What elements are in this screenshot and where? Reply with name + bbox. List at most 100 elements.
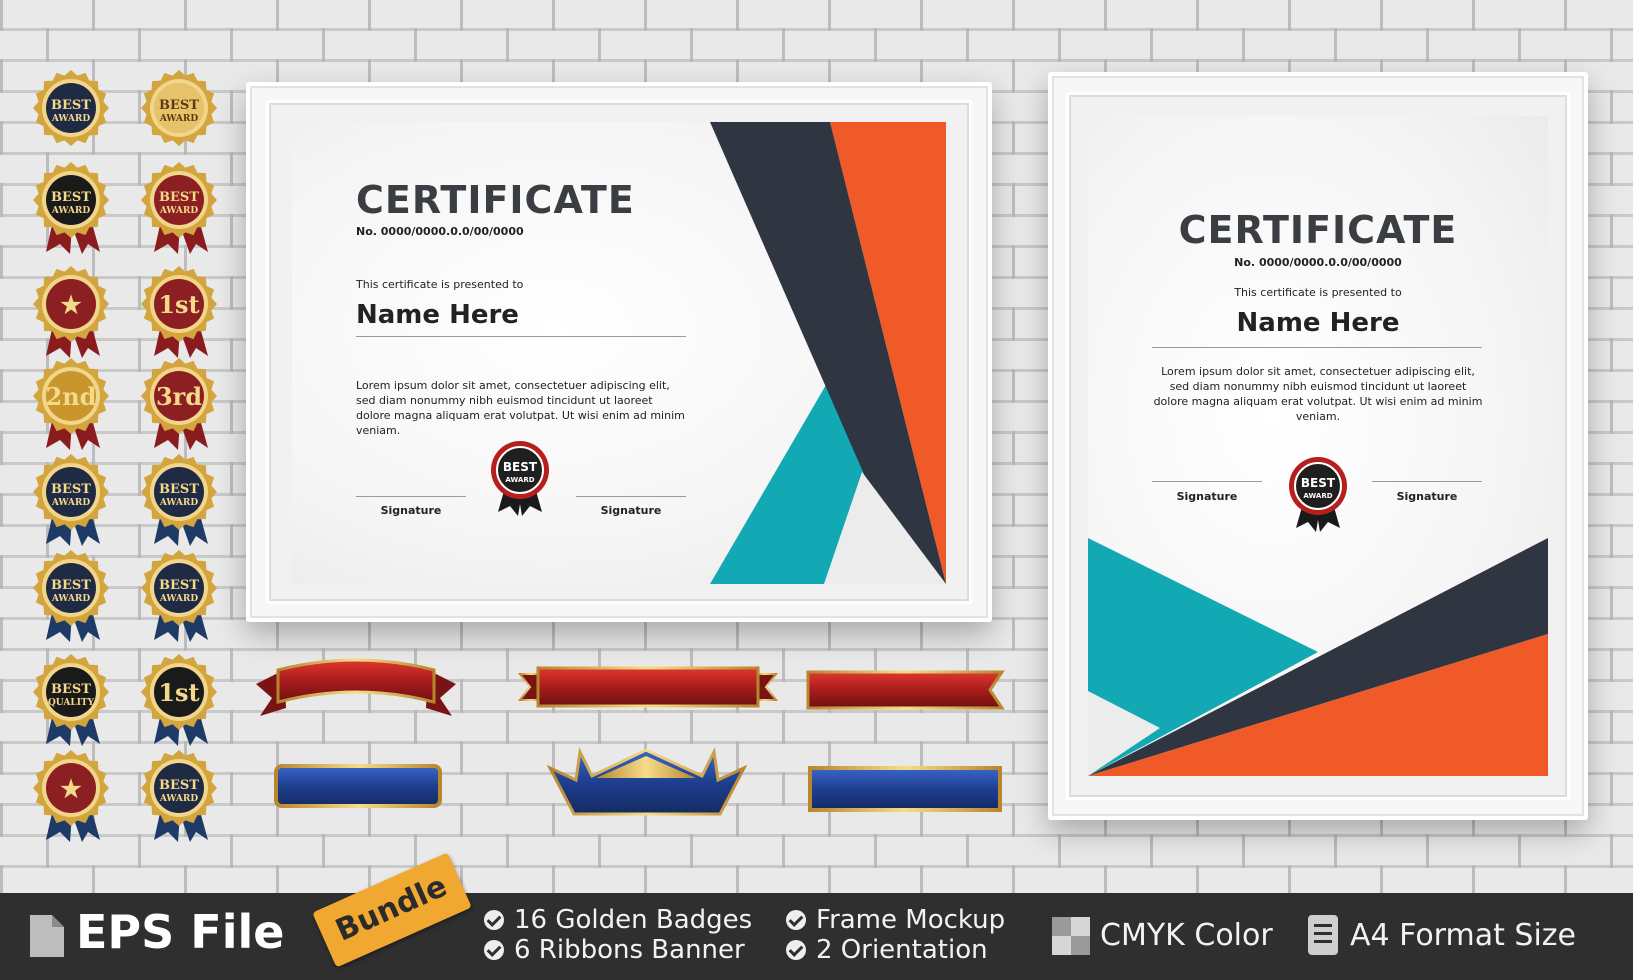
landscape-seal-line2: AWARD xyxy=(505,476,534,484)
ribbon-red-curved xyxy=(256,658,456,716)
portrait-recipient-name: Name Here xyxy=(1236,308,1400,338)
cmyk-swatch-icon xyxy=(1052,917,1090,955)
portrait-certificate: CERTIFICATE No. 0000/0000.0.0/00/0000 Th… xyxy=(1088,116,1548,776)
brick-row xyxy=(0,31,1633,59)
brick-row xyxy=(0,837,1633,865)
landscape-name-line xyxy=(356,336,686,337)
badge-label-bottom: AWARD xyxy=(159,206,199,216)
feature-frame-mockup-text: Frame Mockup xyxy=(816,905,1006,935)
badge-label-top: BEST xyxy=(51,190,91,205)
landscape-seal-line1: BEST xyxy=(503,460,538,474)
landscape-signature-left: Signature xyxy=(380,504,442,517)
ribbon-blue-boat xyxy=(546,747,748,816)
award-badge: BESTQUALITY xyxy=(33,654,109,746)
ribbon-blue-straight xyxy=(274,764,442,808)
feature-orientation: 2 Orientation xyxy=(786,935,988,965)
check-icon xyxy=(484,910,504,930)
portrait-award-seal: BEST AWARD xyxy=(1289,457,1347,532)
badge-label-top: BEST xyxy=(51,578,91,593)
check-icon xyxy=(484,940,504,960)
document-icon xyxy=(1308,915,1338,955)
ribbon-red-flag xyxy=(806,670,1005,710)
portrait-title: CERTIFICATE xyxy=(1178,208,1458,252)
feature-golden-badges-text: 16 Golden Badges xyxy=(514,905,753,935)
info-bar: EPS File 16 Golden Badges 6 Ribbons Bann… xyxy=(0,893,1633,980)
badge-label-bottom: AWARD xyxy=(51,114,91,124)
award-badge: BESTAWARD xyxy=(33,162,109,254)
badge-label-bottom: AWARD xyxy=(159,594,199,604)
portrait-presented-text: This certificate is presented to xyxy=(1234,286,1402,299)
portrait-frame: CERTIFICATE No. 0000/0000.0.0/00/0000 Th… xyxy=(1048,72,1588,820)
landscape-body-text: Lorem ipsum dolor sit amet, consectetuer… xyxy=(356,379,685,437)
landscape-signature-line-right xyxy=(576,496,686,497)
badge-label-top: 2nd xyxy=(46,382,97,411)
badge-label-top: BEST xyxy=(159,98,199,113)
award-badge: BESTAWARD xyxy=(141,454,217,546)
landscape-award-seal: BEST AWARD xyxy=(491,441,549,516)
file-type-label: EPS File xyxy=(76,905,285,959)
award-badge: 2nd xyxy=(33,358,109,450)
portrait-signature-right: Signature xyxy=(1396,490,1458,503)
award-badge: ★ xyxy=(33,750,109,842)
feature-ribbons-banner: 6 Ribbons Banner xyxy=(484,935,745,965)
a4-format-label: A4 Format Size xyxy=(1350,918,1576,953)
ribbon-blue-banner xyxy=(808,766,1002,812)
feature-orientation-text: 2 Orientation xyxy=(816,935,988,965)
feature-golden-badges: 16 Golden Badges xyxy=(484,905,752,935)
badge-label-bottom: AWARD xyxy=(51,206,91,216)
portrait-number: No. 0000/0000.0.0/00/0000 xyxy=(1234,256,1402,269)
award-badge: ★ xyxy=(33,266,109,358)
badge-label-top: ★ xyxy=(60,290,82,319)
badge-label-top: BEST xyxy=(51,482,91,497)
badge-label-top: BEST xyxy=(159,482,199,497)
portrait-body-text: Lorem ipsum dolor sit amet, consectetuer… xyxy=(1153,365,1483,423)
badge-label-bottom: QUALITY xyxy=(48,698,95,708)
check-icon xyxy=(786,940,806,960)
badge-label-top: ★ xyxy=(60,774,82,803)
portrait-signature-line-left xyxy=(1152,481,1262,482)
landscape-frame: CERTIFICATE No. 0000/0000.0.0/00/0000 Th… xyxy=(246,82,992,622)
badge-label-top: BEST xyxy=(159,190,199,205)
landscape-signature-line-left xyxy=(356,496,466,497)
landscape-signature-right: Signature xyxy=(600,504,662,517)
award-badge: BESTAWARD xyxy=(33,454,109,546)
badge-label-top: 1st xyxy=(158,678,199,707)
badge-label-bottom: AWARD xyxy=(159,794,199,804)
award-badge: BESTAWARD xyxy=(141,70,217,146)
badge-label-bottom: AWARD xyxy=(51,594,91,604)
badge-label-top: BEST xyxy=(159,578,199,593)
badge-label-top: 3rd xyxy=(156,382,202,411)
portrait-seal-line2: AWARD xyxy=(1303,492,1332,500)
award-badge: 1st xyxy=(141,266,217,358)
mockup-canvas: CERTIFICATE No. 0000/0000.0.0/00/0000 Th… xyxy=(0,0,1633,980)
portrait-signature-line-right xyxy=(1372,481,1482,482)
award-badge: BESTAWARD xyxy=(141,750,217,842)
badge-label-top: BEST xyxy=(51,682,91,697)
cmyk-color-label: CMYK Color xyxy=(1100,918,1273,953)
badge-label-bottom: AWARD xyxy=(159,114,199,124)
award-badge: BESTAWARD xyxy=(141,550,217,642)
award-badge: BESTAWARD xyxy=(33,70,109,146)
portrait-name-line xyxy=(1152,347,1482,348)
badge-label-top: BEST xyxy=(51,98,91,113)
badge-label-bottom: AWARD xyxy=(51,498,91,508)
landscape-title: CERTIFICATE xyxy=(356,178,635,222)
landscape-certificate: CERTIFICATE No. 0000/0000.0.0/00/0000 Th… xyxy=(292,122,946,584)
badge-label-top: BEST xyxy=(159,778,199,793)
ribbon-red-straight xyxy=(517,666,779,708)
feature-ribbons-banner-text: 6 Ribbons Banner xyxy=(514,935,745,965)
award-badge: 1st xyxy=(141,654,217,746)
badge-label-bottom: AWARD xyxy=(159,498,199,508)
award-badge: BESTAWARD xyxy=(141,162,217,254)
portrait-signature-left: Signature xyxy=(1176,490,1238,503)
portrait-seal-line1: BEST xyxy=(1301,476,1336,490)
file-icon xyxy=(30,915,64,957)
brick-row xyxy=(0,868,1633,896)
brick-row xyxy=(0,0,1633,28)
badge-label-top: 1st xyxy=(158,290,199,319)
feature-frame-mockup: Frame Mockup xyxy=(786,905,1005,935)
award-badge: 3rd xyxy=(141,358,217,450)
landscape-presented-text: This certificate is presented to xyxy=(356,278,524,291)
ribbons-banners xyxy=(256,658,1005,816)
landscape-number: No. 0000/0000.0.0/00/0000 xyxy=(356,225,524,238)
